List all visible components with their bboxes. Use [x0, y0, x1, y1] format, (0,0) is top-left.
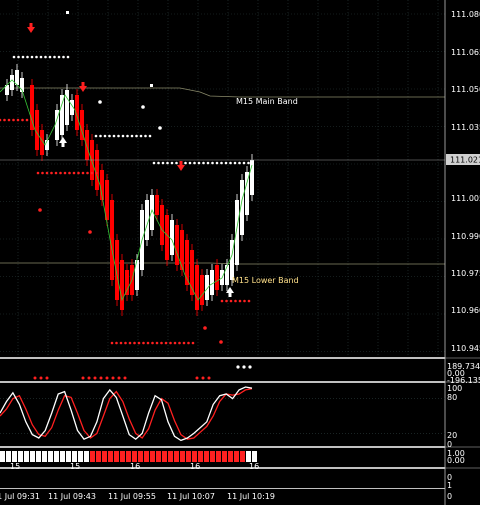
price-axis-label: 110.990 — [451, 232, 480, 241]
sell-arrow-icon-stem — [29, 23, 33, 28]
state-period-label: 16 — [190, 462, 200, 471]
price-axis-label: 111.035 — [451, 123, 480, 132]
buy-arrow-icon-stem — [228, 292, 232, 297]
current-price-value: 111.021 — [450, 156, 480, 165]
state-period-label: 15 — [10, 462, 20, 471]
price-axis-label: 111.050 — [451, 85, 480, 94]
stoch-scale-20: 20 — [447, 431, 457, 440]
price-axis-label: 111.080 — [451, 10, 480, 19]
stoch-scale-80: 80 — [447, 393, 457, 402]
indicator1-dots — [236, 365, 252, 369]
time-axis-scale-top: 1 — [447, 481, 452, 490]
time-label: 11 Jul 10:19 — [227, 492, 275, 501]
stoch-scale-100: 100 — [447, 384, 462, 393]
trading-chart[interactable]: M15 Main Band M15 Lower Band 111.021 111… — [0, 0, 480, 505]
main-band-label: M15 Main Band — [236, 97, 298, 106]
state-scale-bottom: 0.00 — [447, 456, 465, 465]
stoch-scale-0: 0 — [447, 440, 452, 449]
lower-band-label: M15 Lower Band — [232, 276, 299, 285]
price-axis-label: 110.975 — [451, 269, 480, 278]
state-period-label: 16 — [130, 462, 140, 471]
state-period-label: 15 — [70, 462, 80, 471]
sell-arrow-icon-stem — [179, 161, 183, 166]
state-period-label: 16 — [249, 462, 259, 471]
time-label: 11 Jul 09:55 — [108, 492, 156, 501]
time-axis-scale-bottom: 0 — [447, 492, 452, 501]
price-axis-label: 111.065 — [451, 48, 480, 57]
buy-arrow-icon-stem — [61, 142, 65, 147]
time-label: 11 Jul 09:31 — [0, 492, 40, 501]
price-axis-label: 111.005 — [451, 194, 480, 203]
sell-arrow-icon-stem — [81, 82, 85, 87]
time-label: 11 Jul 09:43 — [48, 492, 96, 501]
state-bars — [0, 451, 257, 462]
time-label: 11 Jul 10:07 — [167, 492, 215, 501]
price-axis-label: 110.960 — [451, 306, 480, 315]
price-axis-label: 110.945 — [451, 344, 480, 353]
